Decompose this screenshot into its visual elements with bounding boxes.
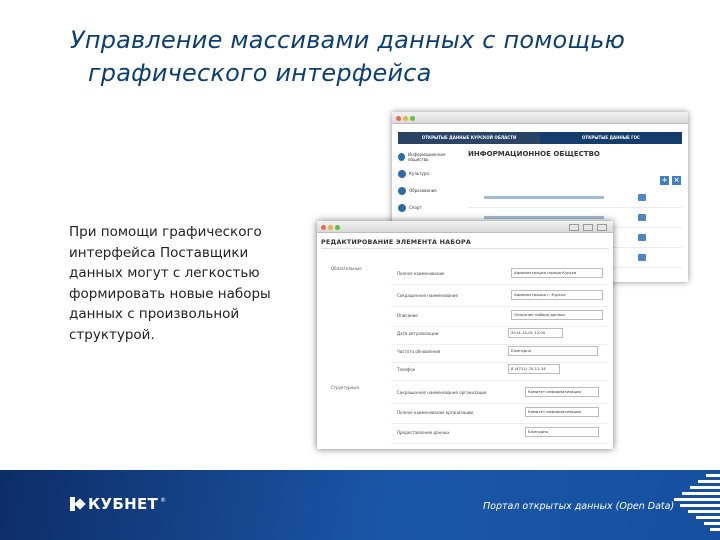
section-label-required: Обязательные — [331, 266, 362, 271]
form-row: Предоставление данных Ежегодно — [391, 424, 607, 444]
field-label: Частота обновления — [397, 349, 441, 354]
category-icon — [398, 186, 406, 195]
maximize-dot-icon[interactable] — [410, 116, 415, 121]
portal-caption: Портал открытых данных (Open Data) — [483, 501, 675, 512]
maximize-dot-icon[interactable] — [335, 225, 340, 230]
update-frequency-field[interactable]: Ежегодно — [508, 346, 598, 356]
category-icon — [398, 152, 406, 161]
sidebar-item-sport[interactable]: Спорт — [398, 199, 460, 216]
category-heading: ИНФОРМАЦИОННОЕ ОБЩЕСТВО — [468, 150, 600, 158]
org-full-name-field[interactable]: Комитет информатизации — [525, 407, 599, 417]
tab-region-data[interactable]: ОТКРЫТЫЕ ДАННЫЕ КУРСКОЙ ОБЛАСТИ — [398, 132, 540, 144]
browser-chrome — [392, 112, 688, 124]
plus-icon: + — [661, 176, 668, 184]
row-text — [484, 196, 604, 199]
slide-body-text: При помощи графического интерфейса Поста… — [69, 224, 271, 343]
edit-icon[interactable] — [638, 254, 646, 261]
slide-title-line2: графического интерфейса — [88, 59, 432, 87]
close-icon: × — [673, 176, 680, 184]
org-short-name-field[interactable]: Комитет информатизации — [525, 387, 599, 397]
form-row: Описание Описание набора данных — [391, 307, 607, 327]
browser-chrome — [317, 221, 613, 233]
sidebar-item-info-society[interactable]: Информационное общество — [398, 148, 460, 165]
short-name-field[interactable]: Администрация г. Курска — [511, 290, 603, 300]
form-row: Сокращенное наименование Администрация г… — [391, 287, 607, 307]
field-label: Телефон — [397, 367, 416, 372]
toolbar-icon[interactable] — [569, 224, 579, 231]
update-date-field[interactable]: 2014-10-01 12:00 — [508, 328, 563, 338]
form-row: Телефон 8 (4712) 70-12-34 — [391, 361, 607, 381]
edit-item-window: РЕДАКТИРОВАНИЕ ЭЛЕМЕНТА НАБОРА Обязатель… — [317, 221, 613, 449]
minimize-dot-icon[interactable] — [328, 225, 333, 230]
close-dot-icon[interactable] — [396, 116, 401, 121]
edit-icon[interactable] — [638, 194, 646, 201]
field-label: Описание — [397, 313, 418, 318]
kubnet-logo: КУБНЕТ ® — [70, 495, 166, 513]
data-provision-select[interactable]: Ежегодно — [525, 427, 599, 437]
category-icon — [398, 203, 406, 212]
footer-banner: КУБНЕТ ® Портал открытых данных (Open Da… — [0, 470, 720, 540]
logo-text: КУБНЕТ — [88, 495, 159, 513]
toolbar-icon[interactable] — [597, 224, 607, 231]
breadcrumb[interactable] — [468, 160, 628, 164]
decorative-stripes — [672, 470, 720, 540]
phone-field[interactable]: 8 (4712) 70-12-34 — [508, 364, 560, 374]
minimize-dot-icon[interactable] — [403, 116, 408, 121]
table-row[interactable] — [468, 188, 682, 208]
section-label-structural: Структурные — [331, 385, 359, 390]
field-label: Сокращенное наименование организации — [397, 390, 487, 395]
slide-title: Управление массивами данных с помощью гр… — [70, 24, 700, 90]
sidebar-item-education[interactable]: Образование — [398, 182, 460, 199]
kubnet-logo-icon — [70, 497, 84, 511]
tab-gov-data[interactable]: ОТКРЫТЫЕ ДАННЫЕ ГОС — [540, 132, 682, 144]
add-button[interactable]: + — [660, 176, 669, 185]
form-row: Сокращенное наименование организации Ком… — [391, 384, 607, 404]
divider — [321, 248, 609, 249]
row-text — [484, 216, 604, 219]
logo-trademark: ® — [160, 496, 167, 504]
field-label: Сокращенное наименование — [397, 293, 458, 298]
description-field[interactable]: Описание набора данных — [511, 310, 603, 320]
form-row: Частота обновления Ежегодно — [391, 343, 607, 363]
edit-icon[interactable] — [638, 234, 646, 241]
field-label: Полное наименование организации — [397, 410, 474, 415]
portal-tabs: ОТКРЫТЫЕ ДАННЫЕ КУРСКОЙ ОБЛАСТИ ОТКРЫТЫЕ… — [398, 132, 682, 144]
delete-button[interactable]: × — [672, 176, 681, 185]
edit-icon[interactable] — [638, 214, 646, 221]
sidebar-item-culture[interactable]: Культура — [398, 165, 460, 182]
form-row: Полное наименование Администрация города… — [391, 265, 607, 285]
edit-form-heading: РЕДАКТИРОВАНИЕ ЭЛЕМЕНТА НАБОРА — [321, 238, 472, 246]
form-row: Дата актуализации 2014-10-01 12:00 — [391, 325, 607, 345]
field-label: Полное наименование — [397, 271, 445, 276]
close-dot-icon[interactable] — [321, 225, 326, 230]
category-icon — [398, 169, 406, 178]
form-row: Полное наименование организации Комитет … — [391, 404, 607, 424]
field-label: Предоставление данных — [397, 430, 450, 435]
toolbar-icon[interactable] — [583, 224, 593, 231]
slide-title-line1: Управление массивами данных с помощью — [70, 26, 625, 54]
full-name-field[interactable]: Администрация города Курска — [511, 268, 603, 278]
field-label: Дата актуализации — [397, 331, 439, 336]
